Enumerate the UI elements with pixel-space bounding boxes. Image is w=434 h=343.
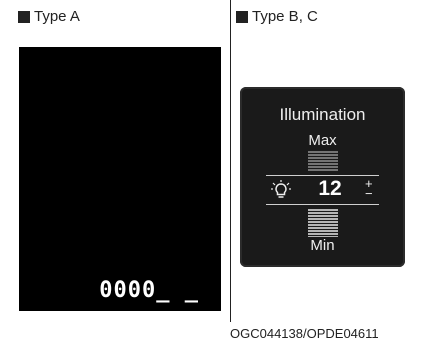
type-a-label: Type A [34, 8, 80, 25]
square-bullet-icon [18, 10, 30, 23]
square-bullet-icon [236, 10, 248, 23]
illumination-display: Illumination Max 12 + − Min [240, 87, 405, 267]
type-b-label: Type B, C [252, 8, 318, 25]
type-a-heading: Type A [18, 8, 80, 25]
level-bars-lower [308, 209, 338, 237]
bulb-icon [271, 180, 291, 198]
type-b-heading: Type B, C [236, 8, 318, 25]
min-label: Min [310, 237, 335, 254]
max-label: Max [308, 132, 337, 149]
illumination-level: 12 [318, 177, 342, 200]
figure-caption: OGC044138/OPDE04611 [230, 326, 379, 341]
illumination-control: 12 + − [266, 175, 379, 205]
type-a-display: 0000_ _ [19, 47, 221, 311]
illumination-title: Illumination [279, 105, 366, 124]
decrease-button[interactable]: − [365, 187, 373, 200]
panel-divider [230, 0, 231, 322]
odometer-readout: 0000_ _ [99, 278, 199, 303]
level-bars-upper [308, 151, 338, 172]
